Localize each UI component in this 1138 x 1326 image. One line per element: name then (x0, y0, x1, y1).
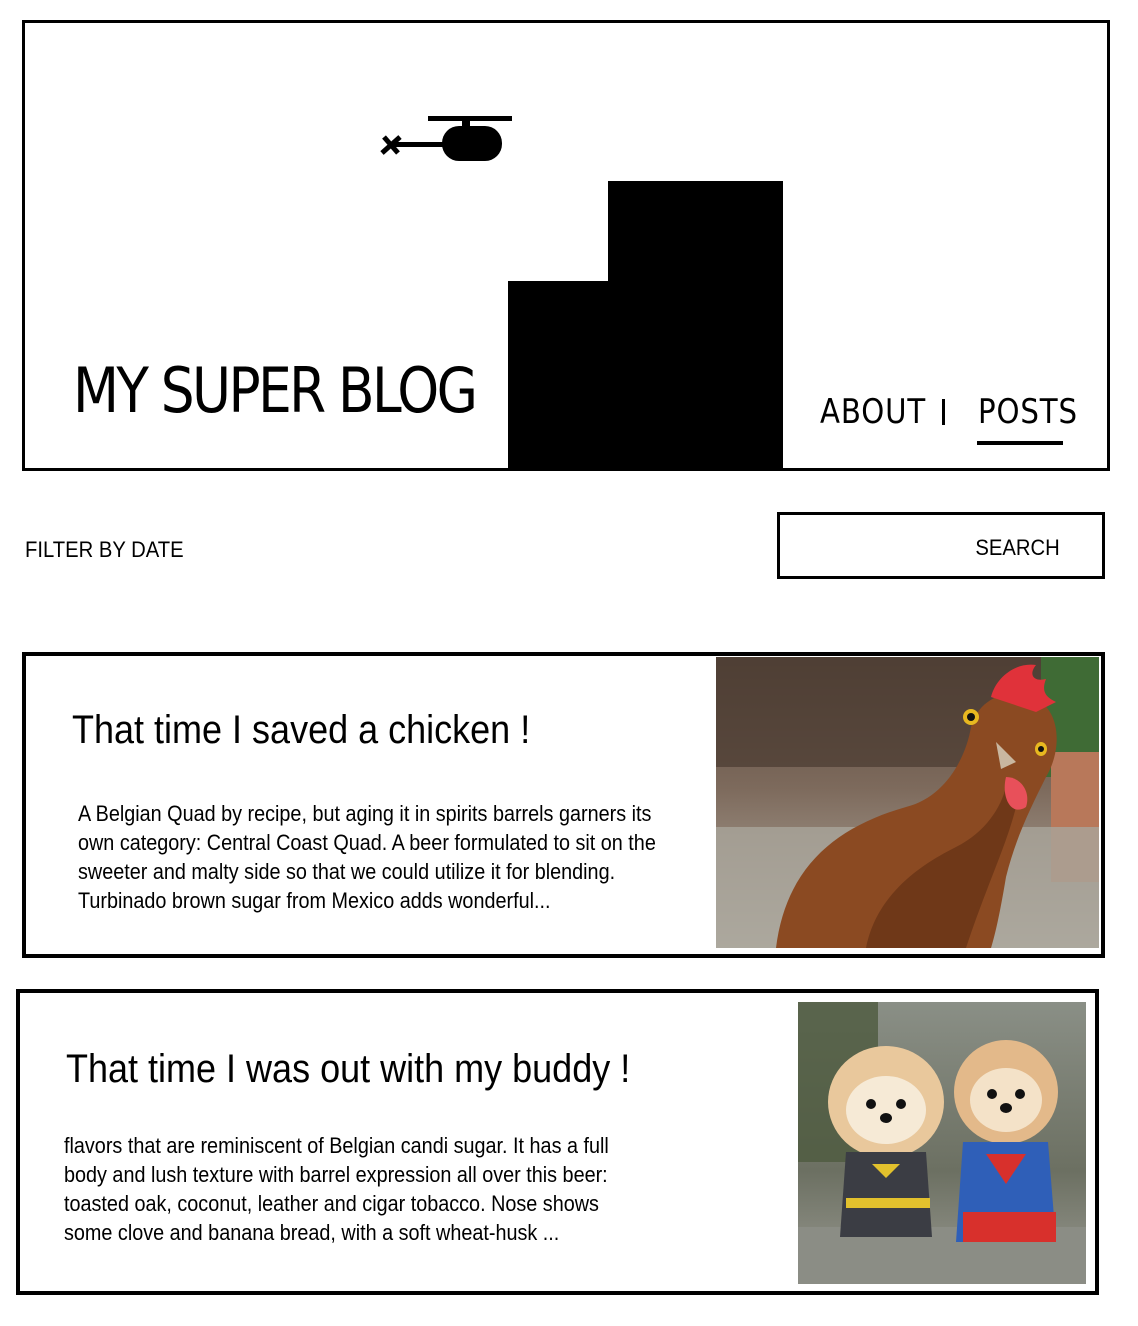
filter-by-date-button[interactable]: FILTER BY DATE (25, 537, 184, 563)
nav-divider (942, 399, 945, 425)
nav-posts-link[interactable]: POSTS (978, 395, 1078, 429)
chicken-photo[interactable] (716, 657, 1099, 948)
active-tab-indicator (977, 441, 1063, 445)
post-excerpt: A Belgian Quad by recipe, but aging it i… (78, 801, 656, 913)
blog-title: MY SUPER BLOG (73, 354, 478, 427)
search-button[interactable]: SEARCH (976, 537, 1060, 559)
pomeranian-dogs-photo[interactable] (798, 1002, 1086, 1284)
post-title[interactable]: That time I was out with my buddy ! (66, 1049, 630, 1089)
search-box[interactable]: SEARCH (777, 512, 1105, 579)
helicopter-icon (380, 116, 512, 161)
post-excerpt: flavors that are reminiscent of Belgian … (64, 1133, 609, 1245)
nav-about-link[interactable]: ABOUT (820, 395, 926, 429)
post-card[interactable]: That time I was out with my buddy ! flav… (16, 989, 1099, 1295)
post-title[interactable]: That time I saved a chicken ! (72, 710, 530, 750)
site-header: MY SUPER BLOG ABOUT POSTS (22, 20, 1110, 471)
post-card[interactable]: That time I saved a chicken ! A Belgian … (22, 652, 1105, 958)
building-graphic (508, 181, 783, 468)
search-input[interactable] (786, 521, 970, 571)
